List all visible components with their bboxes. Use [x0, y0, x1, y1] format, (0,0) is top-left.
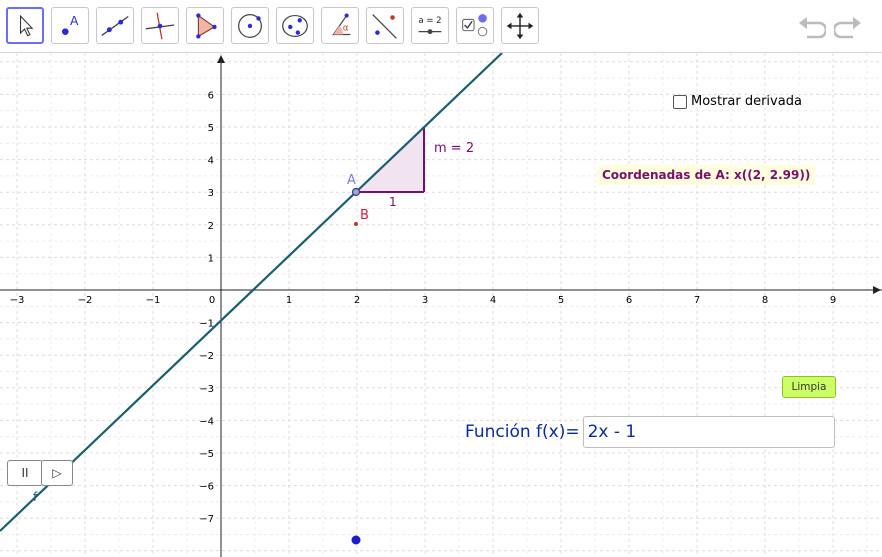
redo-button[interactable]: [832, 14, 862, 40]
y-tick-label: 3: [208, 188, 214, 199]
undo-button[interactable]: [798, 14, 828, 40]
x-tick-label: 4: [490, 295, 496, 306]
conic-icon: [282, 14, 308, 37]
y-axis-tick-labels: 654321−1−2−3−4−5−6−7: [199, 90, 214, 525]
svg-text:a = 2: a = 2: [418, 16, 441, 26]
point-tool-button[interactable]: A: [51, 7, 89, 44]
clear-button[interactable]: Limpia: [782, 376, 836, 398]
function-input[interactable]: 2x - 1: [582, 416, 835, 448]
coordinates-label: Coordenadas de A: x((2, 2.99)): [597, 165, 816, 185]
x-tick-label: 3: [422, 295, 428, 306]
x-tick-label: −3: [10, 295, 25, 306]
function-label: Función f(x)=: [465, 422, 580, 442]
x-tick-label: 7: [694, 295, 700, 306]
point-b[interactable]: [354, 222, 358, 226]
point-icon: A: [61, 14, 79, 35]
svg-text:α: α: [343, 24, 349, 34]
reflect-icon: [372, 14, 397, 39]
slope-label: m = 2: [434, 141, 474, 156]
x-tick-label: 0: [209, 295, 215, 306]
x-tick-label: 9: [830, 295, 836, 306]
perpendicular-tool-button[interactable]: [141, 7, 179, 44]
y-tick-label: 2: [208, 221, 214, 232]
polygon-icon: [196, 13, 217, 39]
y-tick-label: −7: [199, 514, 214, 525]
perpendicular-line-icon: [145, 12, 175, 40]
angle-icon: α: [332, 13, 351, 36]
slider-icon: a = 2: [418, 16, 442, 35]
move-tool-button[interactable]: [6, 7, 44, 44]
x-tick-label: −2: [78, 295, 93, 306]
reflect-tool-button[interactable]: [366, 7, 404, 44]
y-tick-label: −2: [199, 351, 214, 362]
toolbar: A α a = 2: [0, 0, 882, 53]
x-tick-label: −1: [146, 295, 161, 306]
pause-button[interactable]: II: [7, 460, 43, 486]
play-button[interactable]: ▷: [41, 460, 73, 486]
move-graphics-tool-button[interactable]: [501, 7, 539, 44]
x-tick-label: 5: [558, 295, 564, 306]
y-tick-label: −4: [199, 416, 214, 427]
x-axis-tick-labels: −3 −2 −1 0 1 2 3 4 5 6 7 8 9: [10, 295, 837, 306]
x-tick-label: 6: [626, 295, 632, 306]
move-graphics-icon: [506, 12, 534, 40]
line-icon: [101, 15, 129, 36]
line-tool-button[interactable]: [96, 7, 134, 44]
cursor-arrow-icon: [20, 14, 34, 37]
slider-tool-button[interactable]: a = 2: [411, 7, 449, 44]
point-b-label: B: [360, 208, 369, 223]
checkbox-tool-button[interactable]: [456, 7, 494, 44]
point-a[interactable]: [351, 187, 361, 197]
graphics-view[interactable]: −3 −2 −1 0 1 2 3 4 5 6 7 8 9 6 5 4 3 2 1 −1 −2 −3 −4 −5 −6 −7 m …: [0, 53, 882, 557]
y-tick-label: 6: [208, 90, 214, 101]
y-tick-label: 1: [208, 253, 214, 264]
grid-lines: [0, 53, 882, 557]
circle-center-point-icon: [238, 14, 262, 38]
undo-icon: [799, 17, 828, 39]
y-tick-label: −3: [199, 384, 214, 395]
point-a-label: A: [347, 173, 356, 188]
show-derivative-label: Mostrar derivada: [691, 94, 802, 109]
animation-controls: II ▷: [7, 460, 73, 487]
checkbox-box[interactable]: [673, 94, 687, 109]
angle-tool-button[interactable]: α: [321, 7, 359, 44]
show-derivative-checkbox[interactable]: Mostrar derivada: [673, 94, 802, 109]
checkbox-icon: [462, 14, 488, 37]
y-tick-label: −6: [199, 482, 214, 493]
function-line-f[interactable]: [0, 53, 503, 532]
redo-icon: [832, 17, 861, 39]
conic-tool-button[interactable]: [276, 7, 314, 44]
y-tick-label: 4: [208, 156, 214, 167]
play-icon: ▷: [52, 466, 62, 480]
pause-icon: II: [21, 466, 29, 480]
function-input-row: Función f(x)= 2x - 1: [465, 415, 835, 449]
polygon-tool-button[interactable]: [186, 7, 224, 44]
y-tick-label: −5: [199, 449, 214, 460]
x-tick-label: 1: [286, 295, 292, 306]
y-tick-label: 5: [208, 123, 214, 134]
x-tick-label: 2: [354, 295, 360, 306]
x-tick-label: 8: [762, 295, 768, 306]
circle-tool-button[interactable]: [231, 7, 269, 44]
svg-text:A: A: [70, 14, 79, 28]
draggable-point[interactable]: [351, 535, 361, 545]
run-label: 1: [389, 195, 397, 209]
